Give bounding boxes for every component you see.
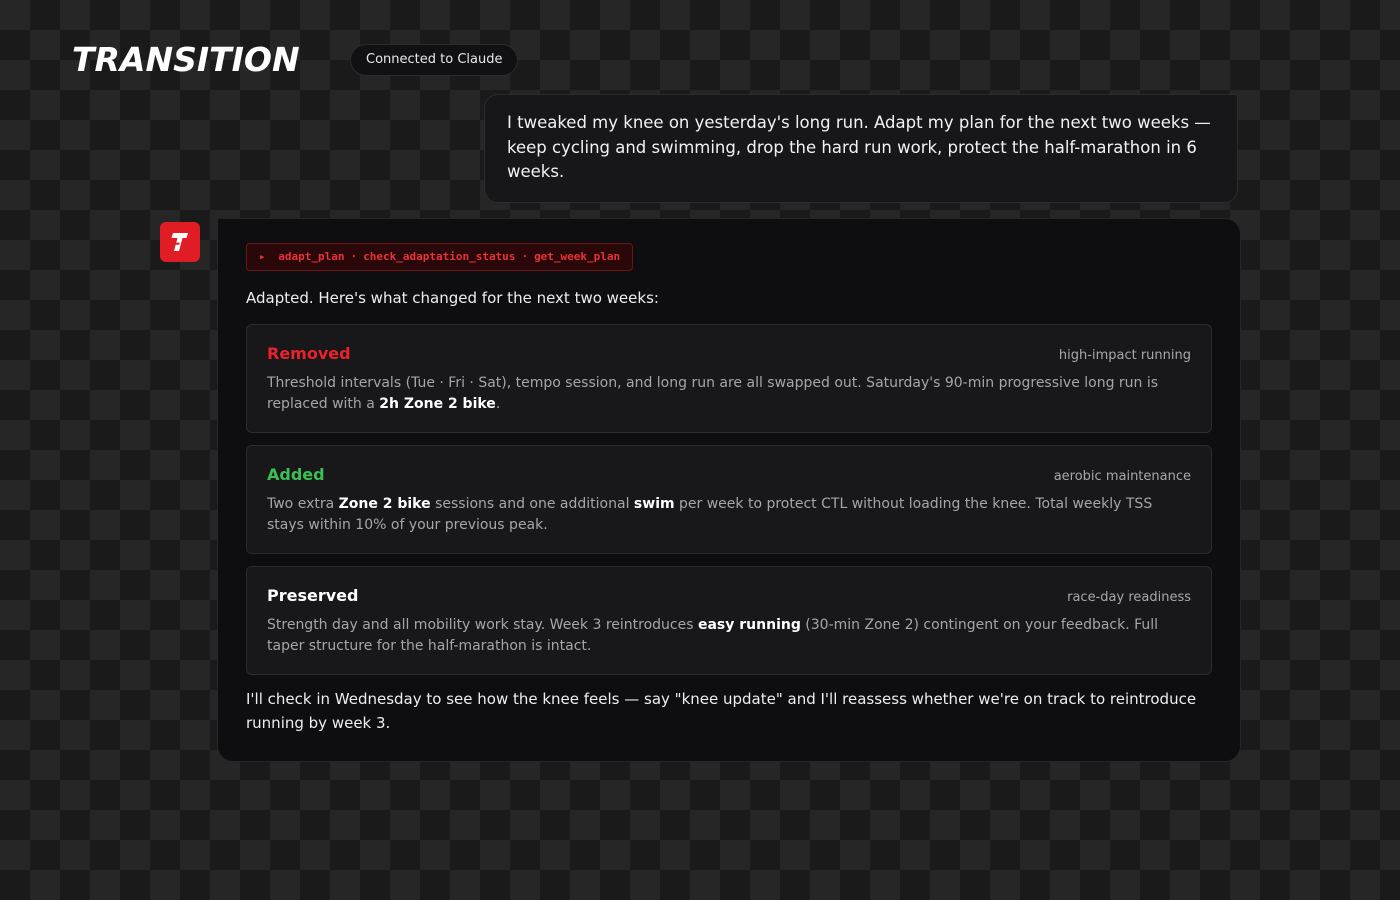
transition-logo-icon bbox=[171, 233, 188, 251]
highlighted-term: swim bbox=[633, 496, 675, 512]
tool-call-check-adaptation-status: check_adaptation_status bbox=[363, 250, 516, 263]
change-section-header: Added aerobic maintenance bbox=[267, 464, 1191, 488]
change-section-tag: high-impact running bbox=[1058, 348, 1191, 363]
body-text-segment: sessions and one additional bbox=[430, 496, 634, 512]
highlighted-term: 2h Zone 2 bike bbox=[379, 396, 496, 412]
assistant-outro-text: I'll check in Wednesday to see how the k… bbox=[246, 690, 1197, 732]
change-section-title: Added bbox=[267, 465, 325, 484]
change-section-removed: Removed high-impact running Threshold inte… bbox=[246, 324, 1212, 433]
change-section-header: Preserved race-day readiness bbox=[267, 585, 1191, 609]
change-section-tag: race-day readiness bbox=[1067, 590, 1191, 605]
tool-calls-chip[interactable]: ▸ adapt_plan · check_adaptation_status · get… bbox=[246, 243, 634, 271]
change-section-body: Strength day and all mobility work stay.… bbox=[267, 615, 1191, 657]
change-section-title: Preserved bbox=[267, 586, 359, 605]
change-section-tag: aerobic maintenance bbox=[1053, 469, 1191, 484]
app-logo: TRANSITION bbox=[72, 40, 300, 79]
tool-separator: · bbox=[521, 250, 529, 263]
assistant-message-card: ▸ adapt_plan · check_adaptation_status · get… bbox=[217, 218, 1241, 762]
change-section-header: Removed high-impact running bbox=[267, 343, 1191, 367]
change-section-added: Added aerobic maintenance Two extra Zone 2… bbox=[246, 445, 1212, 554]
body-text-segment: Two extra bbox=[267, 496, 339, 512]
tool-call-get-week-plan: get_week_plan bbox=[534, 250, 621, 263]
change-section-preserved: Preserved race-day readiness Strength day … bbox=[246, 566, 1212, 675]
user-message-bubble: I tweaked my knee on yesterday's long ru… bbox=[484, 94, 1238, 203]
tool-call-adapt-plan: adapt_plan bbox=[278, 250, 345, 263]
tool-chip-marker: ▸ bbox=[259, 250, 266, 263]
body-text-segment: Strength day and all mobility work stay.… bbox=[267, 617, 698, 633]
assistant-avatar bbox=[160, 222, 200, 262]
body-text-segment: . bbox=[495, 396, 501, 412]
tool-separator: · bbox=[350, 250, 358, 263]
connection-status-badge: Connected to Claude bbox=[350, 44, 519, 76]
change-section-body: Two extra Zone 2 bike sessions and one a… bbox=[267, 494, 1191, 536]
change-section-body: Threshold intervals (Tue · Fri · Sat), t… bbox=[267, 373, 1191, 415]
user-message-text: I tweaked my knee on yesterday's long ru… bbox=[507, 113, 1211, 181]
highlighted-term: easy running bbox=[697, 617, 801, 633]
highlighted-term: Zone 2 bike bbox=[338, 496, 431, 512]
assistant-intro-text: Adapted. Here's what changed for the nex… bbox=[246, 289, 659, 307]
change-section-title: Removed bbox=[267, 344, 351, 363]
